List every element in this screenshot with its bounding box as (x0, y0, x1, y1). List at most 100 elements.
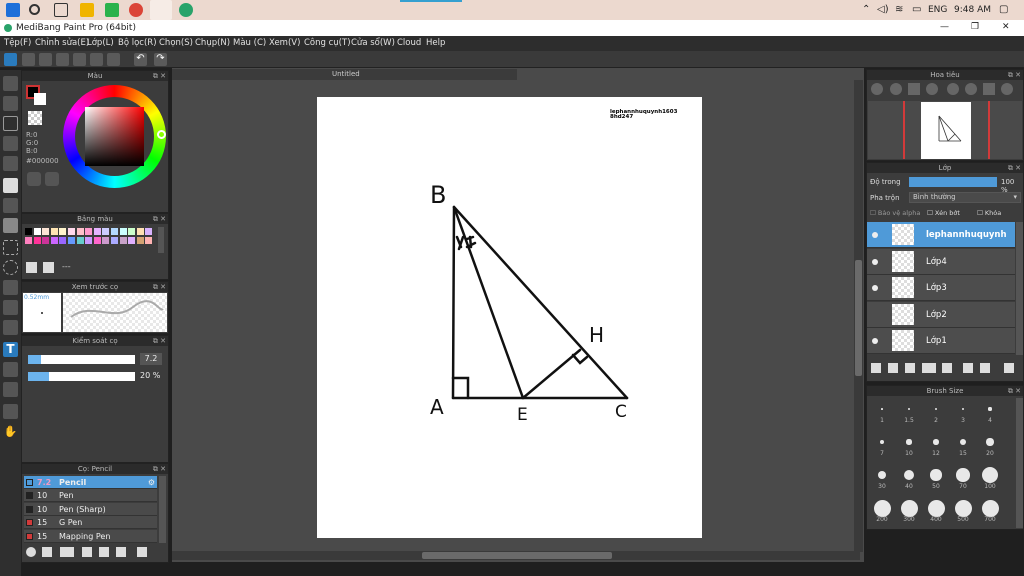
menu-view[interactable]: Xem(V) (269, 38, 300, 48)
color-swatch[interactable] (76, 228, 84, 235)
color-swatch[interactable] (93, 237, 101, 244)
layer-folder-icon[interactable] (942, 363, 952, 373)
brush-size-option[interactable]: 10 (896, 431, 922, 457)
zoom-in-icon[interactable] (871, 83, 883, 95)
fit-icon[interactable] (908, 83, 920, 95)
color-swatch[interactable] (85, 237, 93, 244)
brush-list-item[interactable]: 10 Pen (24, 489, 157, 503)
color-swatch[interactable] (50, 228, 58, 235)
move-tool-icon[interactable] (3, 156, 18, 171)
brush-copy-icon[interactable] (82, 547, 92, 557)
brush-duplicate-icon[interactable] (116, 547, 126, 557)
navigator-preview[interactable] (868, 101, 1022, 159)
layer-row[interactable]: Lớp3 (867, 275, 1015, 302)
menu-window[interactable]: Cửa sổ(W) (351, 38, 395, 48)
layer-opacity-slider[interactable] (909, 177, 997, 187)
layer-list-scrollbar[interactable] (1016, 222, 1023, 355)
layer-visibility-icon[interactable] (872, 258, 878, 265)
menu-edit[interactable]: Chỉnh sửa(E) (35, 38, 89, 48)
hue-picker[interactable] (157, 130, 166, 139)
brush-size-option[interactable]: 300 (896, 497, 922, 523)
color-swatch[interactable] (59, 228, 67, 235)
bucket-tool-icon[interactable] (3, 198, 18, 213)
restore-button[interactable]: ❐ (971, 22, 979, 32)
brush-list-item[interactable]: 15 G Pen (24, 516, 157, 530)
brush-size-option[interactable]: 20 (977, 431, 1003, 457)
brush-size-scrollbar[interactable] (1016, 398, 1023, 528)
battery-icon[interactable]: ▭ (912, 4, 921, 15)
menu-filter[interactable]: Bộ lọc(R) (118, 38, 157, 48)
drawing-paper[interactable]: lephannhuquynh1603 8hd247 B A E C H (317, 97, 702, 538)
brush-size-option[interactable]: 400 (923, 497, 949, 523)
operation-tool-icon[interactable] (3, 362, 18, 377)
brush-size-option[interactable]: 100 (977, 464, 1003, 490)
panel-close-icon[interactable]: ⧉ ✕ (153, 336, 166, 346)
brush-size-option[interactable]: 700 (977, 497, 1003, 523)
layer-visibility-icon[interactable] (872, 285, 878, 292)
panel-close-icon[interactable]: ⧉ ✕ (1008, 163, 1021, 173)
color-swatch[interactable] (42, 228, 50, 235)
delete-layer-icon[interactable] (1004, 363, 1014, 373)
chevron-up-icon[interactable]: ⌃ (862, 4, 870, 15)
color-swatch[interactable] (76, 237, 84, 244)
hand-tool-icon[interactable]: ✋ (3, 424, 18, 439)
brush-size-option[interactable]: 12 (923, 431, 949, 457)
layer-row[interactable]: Lớp1 (867, 328, 1015, 355)
brush-size-option[interactable]: 2 (923, 398, 949, 424)
search-icon[interactable] (29, 4, 40, 15)
flip-icon[interactable] (983, 83, 995, 95)
layer-row[interactable]: Lớp4 (867, 248, 1015, 275)
color-swatch[interactable] (59, 237, 67, 244)
color-swatch[interactable] (50, 237, 58, 244)
document-tab[interactable]: Untitled (172, 69, 517, 80)
color-swatch[interactable] (68, 237, 75, 244)
dropper-tool-icon[interactable] (3, 382, 18, 397)
color-swatch[interactable] (102, 237, 110, 244)
cloud-icon[interactable] (4, 53, 17, 66)
clipping[interactable]: ☐ Xén bớt (927, 209, 960, 217)
color-swatch[interactable] (93, 228, 101, 235)
brush-size-option[interactable]: 500 (950, 497, 976, 523)
brush-size-option[interactable]: 70 (950, 464, 976, 490)
page-icon[interactable] (73, 53, 86, 66)
select-pen-tool-icon[interactable] (3, 300, 18, 315)
saturation-square[interactable] (85, 107, 144, 166)
task-view-icon[interactable] (54, 3, 68, 17)
gradient-tool-icon[interactable] (3, 218, 18, 233)
menu-select[interactable]: Chọn(S) (159, 38, 193, 48)
lock[interactable]: ☐ Khóa (977, 209, 1001, 217)
size-slider[interactable] (28, 355, 135, 364)
start-icon[interactable] (6, 3, 20, 17)
color-swatch[interactable] (102, 228, 110, 235)
layer-menu-icon[interactable] (922, 363, 936, 373)
lasso-tool-icon[interactable] (3, 260, 18, 275)
undo-icon[interactable]: ↶ (134, 53, 147, 66)
brush-settings-gear-icon[interactable]: ⚙ (148, 476, 155, 489)
horizontal-scrollbar[interactable] (172, 551, 860, 560)
new-layer-icon[interactable] (871, 363, 881, 373)
color-swatch[interactable] (25, 237, 32, 244)
app-icon[interactable] (179, 3, 193, 17)
select-tool-icon[interactable] (3, 240, 18, 255)
color-settings-icon[interactable] (45, 172, 59, 186)
color-swatch[interactable] (111, 228, 118, 235)
brush-size-option[interactable]: 1 (869, 398, 895, 424)
magic-wand-tool-icon[interactable] (3, 280, 18, 295)
vertical-scroll-thumb[interactable] (855, 260, 862, 376)
brush-size-option[interactable]: 30 (869, 464, 895, 490)
menu-tools[interactable]: Công cụ(T) (304, 38, 351, 48)
fill-rect-tool-icon[interactable] (3, 178, 18, 193)
zoom-reset-icon[interactable] (926, 83, 938, 95)
brush-list-item[interactable]: 15 Mapping Pen (24, 529, 157, 543)
menu-file[interactable]: Tệp(F) (4, 38, 31, 48)
zoom-out-icon[interactable] (890, 83, 902, 95)
brush-tool-icon[interactable] (3, 76, 18, 91)
notification-icon[interactable]: ▢ (999, 4, 1008, 15)
color-swatch[interactable] (145, 237, 153, 244)
panel-close-icon[interactable]: ⧉ ✕ (1008, 70, 1021, 80)
brush-menu-icon[interactable] (60, 547, 74, 557)
drive-icon[interactable] (105, 3, 119, 17)
background-color[interactable] (34, 93, 46, 105)
brush-size-option[interactable]: 4 (977, 398, 1003, 424)
panel-close-icon[interactable]: ⧉ ✕ (1008, 386, 1021, 396)
